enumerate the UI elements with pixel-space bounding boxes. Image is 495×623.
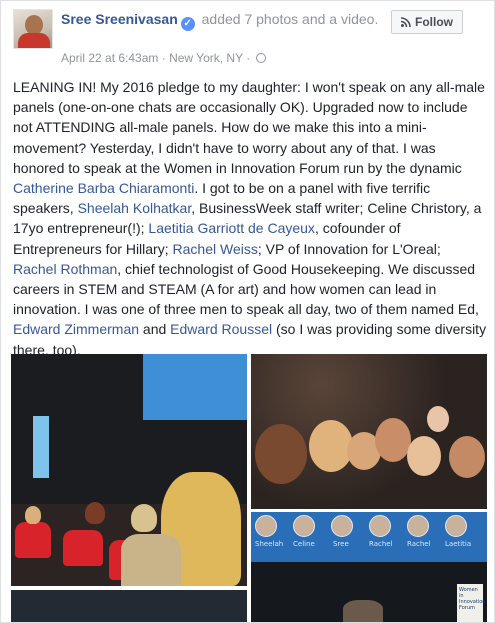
mention-link[interactable]: Catherine Barba Chiaramonti bbox=[13, 180, 194, 196]
banner-name: Sheelah bbox=[255, 540, 284, 548]
mention-link[interactable]: Edward Zimmerman bbox=[13, 321, 139, 337]
face bbox=[255, 424, 307, 484]
banner-name: Celine bbox=[293, 540, 315, 548]
red-chair bbox=[15, 522, 51, 558]
meta-separator: · bbox=[242, 51, 254, 65]
face bbox=[427, 406, 449, 432]
photo-selfie[interactable] bbox=[251, 354, 487, 509]
mention-link[interactable]: Rachel Weiss bbox=[173, 241, 258, 257]
meta-separator: · bbox=[158, 51, 170, 65]
panelist-head bbox=[85, 502, 105, 524]
speaker-banner: Sheelah Celine Sree Rachel Rachel Laetit… bbox=[251, 512, 487, 562]
author-name[interactable]: Sree Sreenivasan bbox=[61, 11, 178, 27]
banner-face bbox=[407, 515, 429, 537]
photo-thumbnail[interactable] bbox=[11, 590, 247, 622]
face bbox=[449, 436, 485, 478]
post-header: Sree Sreenivasan ✓ added 7 photos and a v… bbox=[61, 10, 381, 31]
mention-link[interactable]: Edward Roussel bbox=[170, 321, 272, 337]
mention-link[interactable]: Laetitia Garriott de Cayeux bbox=[148, 220, 315, 236]
panelist-head bbox=[131, 504, 157, 532]
poster-text: Women in Innovation Forum bbox=[459, 587, 486, 611]
face bbox=[375, 418, 411, 462]
event-poster: Women in Innovation Forum bbox=[457, 584, 486, 622]
photo-grid: Sheelah Celine Sree Rachel Rachel Laetit… bbox=[11, 354, 487, 622]
panelist-head bbox=[25, 506, 41, 524]
banner-name: Rachel bbox=[369, 540, 393, 548]
post-timestamp[interactable]: April 22 at 6:43am bbox=[61, 51, 158, 65]
rss-icon bbox=[401, 17, 411, 27]
panelist-dress bbox=[121, 534, 181, 586]
author-avatar[interactable] bbox=[13, 9, 53, 49]
mention-link[interactable]: Rachel Rothman bbox=[13, 261, 117, 277]
banner-face bbox=[445, 515, 467, 537]
follow-button[interactable]: Follow bbox=[391, 10, 463, 34]
photo-panel-stage[interactable] bbox=[11, 354, 247, 586]
post-meta: April 22 at 6:43am · New York, NY · bbox=[61, 51, 266, 65]
post-text-segment: LEANING IN! My 2016 pledge to my daughte… bbox=[13, 79, 485, 176]
verified-badge-icon: ✓ bbox=[180, 17, 195, 31]
post-text-segment: ; VP of Innovation for L'Oreal; bbox=[257, 240, 441, 257]
face bbox=[407, 436, 441, 476]
globe-icon[interactable] bbox=[255, 53, 266, 63]
avatar-body bbox=[18, 33, 50, 48]
post-text-segment: and bbox=[139, 321, 171, 338]
photo-banner-stage[interactable]: Sheelah Celine Sree Rachel Rachel Laetit… bbox=[251, 512, 487, 622]
banner-face bbox=[293, 515, 315, 537]
banner-face bbox=[255, 515, 277, 537]
post-action: added 7 photos and a video. bbox=[201, 11, 379, 27]
mention-link[interactable]: Sheelah Kolhatkar bbox=[78, 200, 192, 216]
banner-name: Sree bbox=[333, 540, 349, 548]
banner-name: Laetitia bbox=[445, 540, 472, 548]
red-chair bbox=[63, 530, 103, 566]
avatar-head bbox=[25, 15, 43, 35]
banner-name: Rachel bbox=[407, 540, 431, 548]
side-banner bbox=[33, 416, 49, 478]
banner-face bbox=[369, 515, 391, 537]
panel-group bbox=[343, 600, 383, 622]
post-body: LEANING IN! My 2016 pledge to my daughte… bbox=[13, 77, 487, 360]
projection-screen bbox=[143, 354, 247, 420]
post-location[interactable]: New York, NY bbox=[169, 51, 243, 65]
follow-label: Follow bbox=[415, 15, 453, 29]
feed-post: Sree Sreenivasan ✓ added 7 photos and a v… bbox=[0, 0, 495, 623]
banner-face bbox=[331, 515, 353, 537]
